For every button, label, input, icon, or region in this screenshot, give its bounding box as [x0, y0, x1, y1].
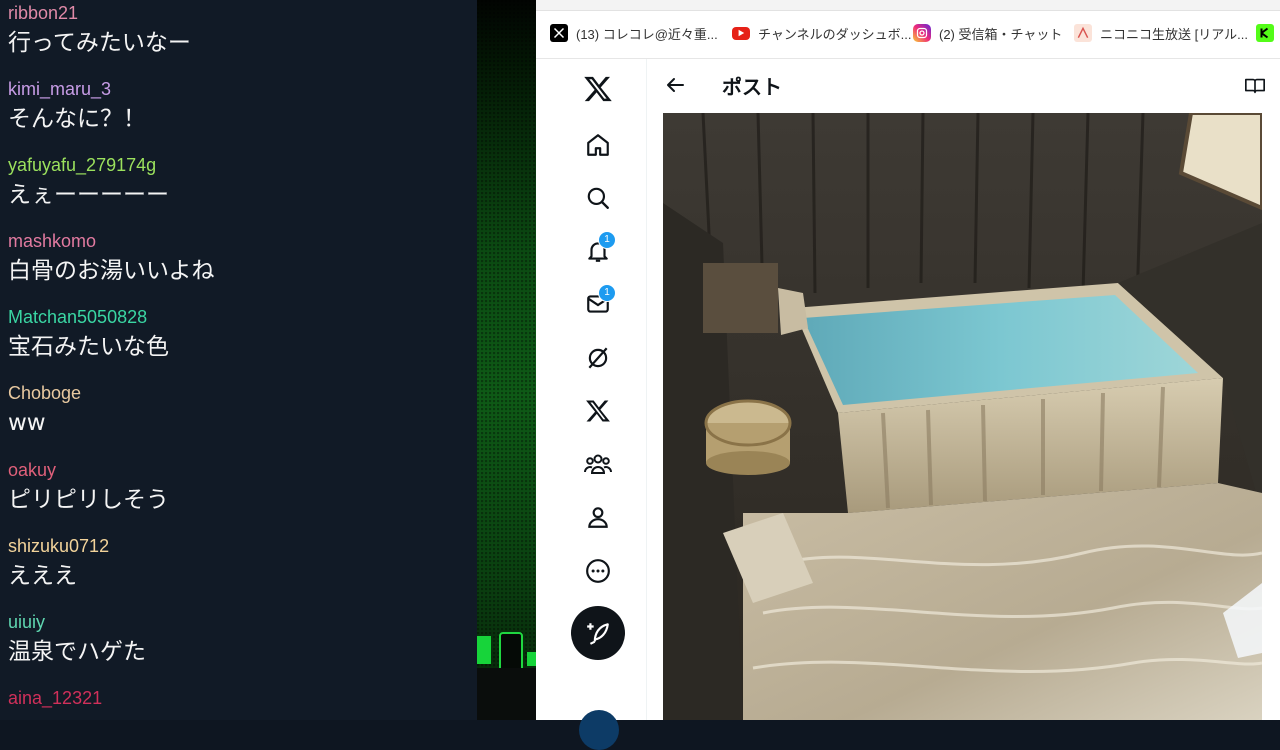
chat-username: Choboge — [8, 383, 82, 403]
x-logo-icon — [584, 76, 612, 102]
browser-window: (13) コレコレ@近々重... チャンネルのダッシュボ... (2) 受信箱・… — [536, 0, 1280, 750]
bookmark-kick[interactable] — [1256, 22, 1280, 44]
x-premium-icon — [586, 400, 610, 422]
niconico-icon — [1074, 24, 1092, 42]
chat-message: shizuku0712 えええ — [8, 535, 109, 591]
chat-message: ribbon21 行ってみたいなー — [8, 2, 191, 58]
page-title: ポスト — [722, 75, 782, 99]
chat-username: uiuiy — [8, 612, 46, 632]
pixel-floor — [477, 668, 536, 720]
nav-notifications[interactable]: 1 — [574, 227, 622, 275]
x-home-logo[interactable] — [574, 65, 622, 113]
compose-post-button[interactable] — [571, 606, 625, 660]
nav-profile[interactable] — [574, 493, 622, 541]
chat-username: yafuyafu_279174g — [8, 155, 157, 175]
back-button[interactable] — [663, 73, 687, 97]
chat-message: kimi_maru_3 そんなに？！ — [8, 78, 146, 134]
nav-grok[interactable] — [574, 334, 622, 382]
address-bar-edge — [536, 0, 1280, 11]
chat-message: Matchan5050828 宝石みたいな色 — [8, 306, 169, 362]
account-avatar[interactable] — [579, 710, 619, 750]
messages-badge: 1 — [598, 284, 616, 302]
chat-username: shizuku0712 — [8, 536, 110, 556]
bookmarks-bar: (13) コレコレ@近々重... チャンネルのダッシュボ... (2) 受信箱・… — [536, 0, 1280, 59]
chat-username: ribbon21 — [8, 3, 79, 23]
arrow-left-icon — [667, 78, 684, 92]
chat-username: mashkomo — [8, 231, 97, 251]
reader-mode-button[interactable] — [1244, 75, 1266, 97]
youtube-icon — [732, 26, 750, 40]
chat-text: 温泉でハゲた — [8, 639, 146, 665]
bookmark-label: チャンネルのダッシュボ... — [758, 26, 912, 42]
bookmark-x[interactable]: (13) コレコレ@近々重... — [550, 22, 718, 44]
chat-text: ww — [8, 410, 46, 436]
chat-message: mashkomo 白骨のお湯いいよね — [8, 230, 215, 286]
nav-premium[interactable] — [574, 387, 622, 435]
chat-message: oakuy ピリピリしそう — [8, 459, 169, 515]
x-sidebar-nav: 1 1 — [536, 59, 647, 750]
bookmark-label: (2) 受信箱・チャット — [939, 26, 1063, 42]
chat-username: Matchan5050828 — [8, 307, 148, 327]
chat-message: uiuiy 温泉でハゲた — [8, 611, 146, 667]
chat-username: kimi_maru_3 — [8, 79, 112, 99]
chat-text: 行ってみたいなー — [8, 30, 191, 56]
chat-message: aina_12321 — [8, 687, 102, 713]
communities-icon — [584, 454, 612, 474]
instagram-icon — [913, 24, 931, 42]
x-logo-icon — [550, 24, 568, 42]
chat-text: 宝石みたいな色 — [8, 334, 169, 360]
chat-text: 白骨のお湯いいよね — [8, 258, 215, 284]
notification-badge: 1 — [598, 231, 616, 249]
chat-username: aina_12321 — [8, 688, 103, 708]
chat-message: yafuyafu_279174g えぇーーーーー — [8, 154, 169, 210]
pixel-tower — [499, 632, 523, 670]
search-icon — [587, 187, 609, 209]
grok-icon — [588, 347, 608, 369]
profile-icon — [588, 507, 608, 528]
chat-text: ピリピリしそう — [8, 487, 169, 513]
post-header: ポスト — [647, 59, 1280, 112]
more-icon — [586, 559, 610, 583]
nav-home[interactable] — [574, 121, 622, 169]
bookmark-label: (13) コレコレ@近々重... — [576, 26, 718, 42]
chat-text: そんなに？！ — [8, 106, 146, 132]
game-background — [477, 0, 536, 720]
chat-text: えぇーーーーー — [8, 182, 169, 208]
pixel-block — [477, 636, 491, 664]
bookmark-instagram[interactable]: (2) 受信箱・チャット — [913, 22, 1062, 44]
nav-more[interactable] — [574, 547, 622, 595]
nav-communities[interactable] — [574, 440, 622, 488]
bookmark-label: ニコニコ生放送 [リアル... — [1100, 26, 1248, 42]
nav-messages[interactable]: 1 — [574, 280, 622, 328]
post-image[interactable] — [663, 113, 1262, 720]
reader-icon — [1245, 78, 1265, 94]
bookmark-youtube[interactable]: チャンネルのダッシュボ... — [732, 22, 911, 44]
home-icon — [587, 134, 609, 156]
bookmark-niconico[interactable]: ニコニコ生放送 [リアル... — [1074, 22, 1248, 44]
chat-panel: ribbon21 行ってみたいなー kimi_maru_3 そんなに？！ yaf… — [0, 0, 477, 720]
chat-text: えええ — [8, 563, 77, 589]
chat-username: oakuy — [8, 460, 57, 480]
nav-explore[interactable] — [574, 174, 622, 222]
pixel-block — [527, 652, 536, 666]
kick-icon — [1256, 24, 1274, 42]
chat-message: Choboge ww — [8, 382, 81, 438]
feather-plus-icon — [587, 623, 609, 645]
hot-spring-photo — [663, 113, 1262, 720]
